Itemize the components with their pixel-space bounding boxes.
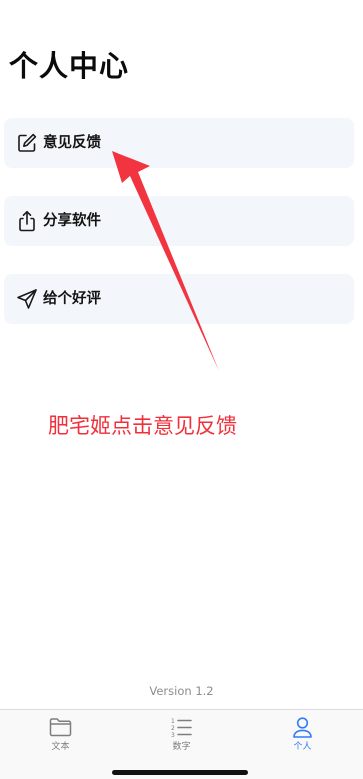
tab-profile-label: 个人 [293, 742, 312, 752]
tab-numbers-label: 数字 [172, 742, 191, 752]
feedback-menu-item[interactable]: 意见反馈 [4, 118, 354, 168]
share-app-menu-item[interactable]: 分享软件 [4, 196, 354, 246]
svg-text:2: 2 [171, 725, 175, 732]
share-icon [15, 209, 39, 233]
feedback-label: 意见反馈 [43, 135, 101, 151]
tab-bar: 文本 1 2 3 数字 个人 [0, 709, 363, 779]
annotation-text: 肥宅姬点击意见反馈 [48, 414, 237, 438]
rate-app-label: 给个好评 [43, 291, 101, 307]
numbered-list-icon: 1 2 3 [169, 715, 194, 740]
annotation-arrow [112, 151, 219, 371]
send-icon [15, 287, 39, 311]
version-label: Version 1.2 [149, 684, 214, 698]
share-app-label: 分享软件 [43, 213, 101, 229]
tab-text-label: 文本 [51, 742, 70, 752]
home-indicator [112, 770, 248, 775]
tab-numbers[interactable]: 1 2 3 数字 [121, 710, 242, 762]
svg-text:3: 3 [171, 732, 175, 739]
edit-icon [15, 131, 39, 155]
tab-text[interactable]: 文本 [0, 710, 121, 762]
tab-profile[interactable]: 个人 [242, 710, 363, 762]
person-icon [290, 715, 315, 740]
svg-text:1: 1 [171, 718, 175, 725]
page-title: 个人中心 [9, 49, 130, 83]
rate-app-menu-item[interactable]: 给个好评 [4, 274, 354, 324]
folder-icon [48, 715, 73, 740]
